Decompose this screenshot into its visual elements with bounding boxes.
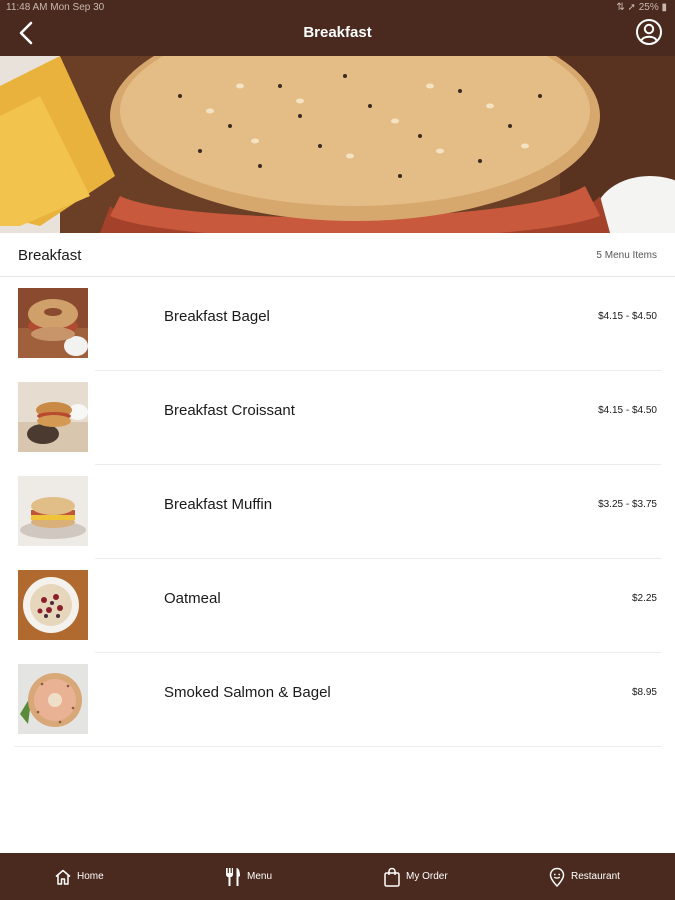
user-circle-icon xyxy=(636,19,662,45)
item-name: Breakfast Croissant xyxy=(164,402,295,419)
menu-item-oatmeal[interactable]: Oatmeal $2.25 xyxy=(0,559,675,653)
breakfast-bagel-photo xyxy=(18,288,88,358)
status-bar: 11:48 AM Mon Sep 30 ⇅ ➚ 25% ▮ xyxy=(0,0,675,16)
location-pin-icon xyxy=(549,867,565,887)
section-header: Breakfast 5 Menu Items xyxy=(0,233,675,277)
item-price: $4.15 - $4.50 xyxy=(598,405,657,416)
account-button[interactable] xyxy=(635,18,663,46)
menu-item-breakfast-bagel[interactable]: Breakfast Bagel $4.15 - $4.50 xyxy=(0,277,675,371)
item-name: Breakfast Muffin xyxy=(164,496,273,513)
menu-item-breakfast-muffin[interactable]: Breakfast Muffin $3.25 - $3.75 xyxy=(0,465,675,559)
item-name: Smoked Salmon & Bagel xyxy=(164,684,331,701)
menu-item-smoked-salmon-bagel[interactable]: Smoked Salmon & Bagel $8.95 xyxy=(0,653,675,747)
item-name: Breakfast Bagel xyxy=(164,308,270,325)
tab-label: Home xyxy=(77,871,104,882)
tab-label: My Order xyxy=(406,871,448,882)
page-title: Breakfast xyxy=(303,24,372,41)
breakfast-muffin-photo xyxy=(18,476,88,546)
fork-knife-icon xyxy=(226,867,240,886)
item-price: $4.15 - $4.50 xyxy=(598,311,657,322)
status-indicators: ⇅ ➚ 25% ▮ xyxy=(616,2,667,13)
item-price: $3.25 - $3.75 xyxy=(598,499,657,510)
menu-item-count: 5 Menu Items xyxy=(596,250,657,261)
tab-menu[interactable]: Menu xyxy=(224,853,272,900)
smoked-salmon-bagel-photo xyxy=(18,664,88,734)
row-divider xyxy=(14,746,661,747)
nav-header: 11:48 AM Mon Sep 30 ⇅ ➚ 25% ▮ Breakfast xyxy=(0,0,675,56)
menu-item-breakfast-croissant[interactable]: Breakfast Croissant $4.15 - $4.50 xyxy=(0,371,675,465)
item-price: $2.25 xyxy=(631,593,657,604)
breakfast-croissant-photo xyxy=(18,382,88,452)
item-name: Oatmeal xyxy=(164,590,221,607)
oatmeal-photo xyxy=(18,570,88,640)
hero-image xyxy=(0,56,675,233)
item-price: $8.95 xyxy=(631,687,657,698)
tab-label: Restaurant xyxy=(571,871,620,882)
tab-restaurant[interactable]: Restaurant xyxy=(548,853,620,900)
tab-my-order[interactable]: My Order xyxy=(383,853,448,900)
bottom-tab-bar: Home Menu My Order Restaurant xyxy=(0,853,675,900)
tab-label: Menu xyxy=(247,871,273,882)
section-title: Breakfast xyxy=(18,247,82,264)
menu-list: Breakfast Bagel $4.15 - $4.50 Breakfast … xyxy=(0,277,675,747)
home-icon xyxy=(55,869,71,885)
tab-home[interactable]: Home xyxy=(54,853,104,900)
status-time: 11:48 AM Mon Sep 30 xyxy=(6,2,105,13)
shopping-bag-icon xyxy=(384,867,400,887)
